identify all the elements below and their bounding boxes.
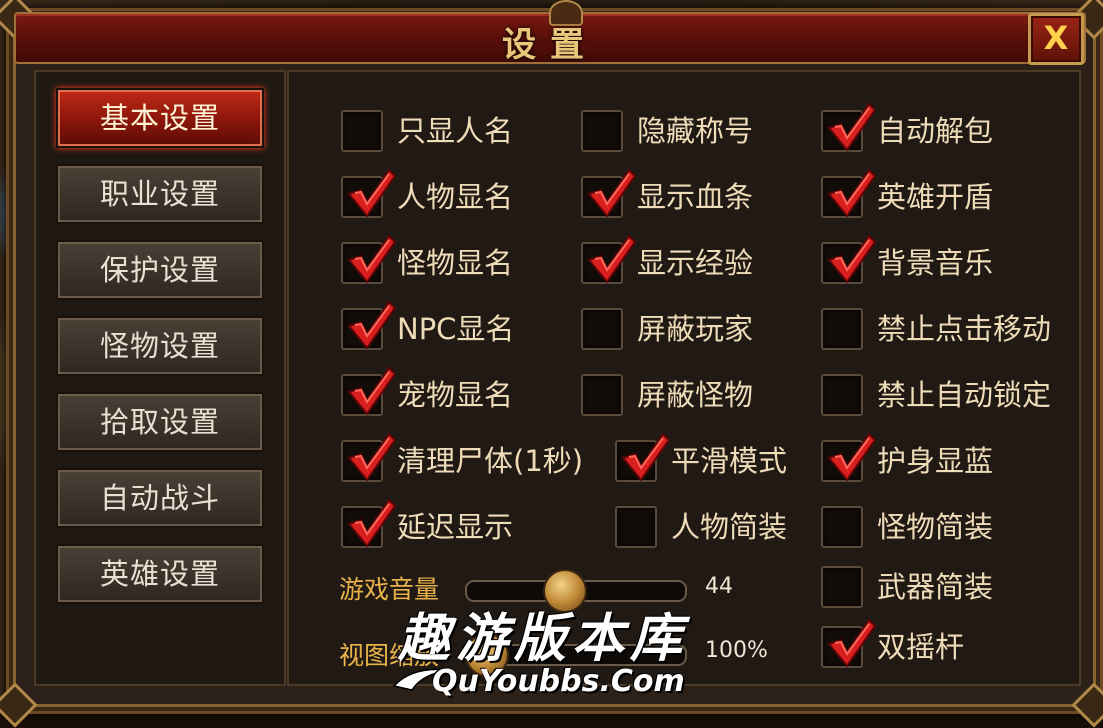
frame-corner-ornament bbox=[0, 682, 38, 728]
option-label: 双摇杆 bbox=[877, 630, 965, 664]
option-checkbox[interactable] bbox=[821, 506, 863, 548]
option-checkbox[interactable] bbox=[341, 110, 383, 152]
option-label: 宠物显名 bbox=[397, 378, 514, 412]
option-label: 平滑模式 bbox=[671, 444, 788, 478]
option-checkbox[interactable] bbox=[341, 168, 397, 218]
option-checkbox[interactable] bbox=[821, 102, 877, 152]
option-checkbox[interactable] bbox=[581, 234, 637, 284]
option-label: 人物显名 bbox=[397, 180, 514, 214]
option-checkbox[interactable] bbox=[821, 308, 863, 350]
option-label: 怪物显名 bbox=[397, 246, 514, 280]
option-checkbox[interactable] bbox=[341, 432, 397, 482]
nav-item-1[interactable]: 职业设置 bbox=[56, 164, 264, 224]
nav-item-4[interactable]: 拾取设置 bbox=[56, 392, 264, 452]
option-label: 护身显蓝 bbox=[877, 444, 994, 478]
checkmark-icon bbox=[827, 618, 877, 668]
option-checkbox[interactable] bbox=[821, 566, 863, 608]
volume-label: 游戏音量 bbox=[339, 575, 440, 604]
option-label: 显示血条 bbox=[637, 180, 754, 214]
nav-item-5[interactable]: 自动战斗 bbox=[56, 468, 264, 528]
checkmark-icon bbox=[827, 234, 877, 284]
option-label: 只显人名 bbox=[397, 114, 514, 148]
nav-item-6[interactable]: 英雄设置 bbox=[56, 544, 264, 604]
zoom-label: 视图缩放 bbox=[339, 641, 440, 670]
option-label: 屏蔽玩家 bbox=[637, 312, 754, 346]
option-label: 自动解包 bbox=[877, 114, 994, 148]
checkmark-icon bbox=[347, 168, 397, 218]
option-checkbox[interactable] bbox=[581, 374, 623, 416]
option-checkbox[interactable] bbox=[615, 506, 657, 548]
option-checkbox[interactable] bbox=[821, 234, 877, 284]
checkmark-icon bbox=[587, 168, 637, 218]
checkmark-icon bbox=[347, 234, 397, 284]
option-label: 武器简装 bbox=[877, 570, 994, 604]
option-label: 延迟显示 bbox=[397, 510, 514, 544]
close-button[interactable]: X bbox=[1028, 13, 1084, 65]
option-checkbox[interactable] bbox=[341, 234, 397, 284]
option-checkbox[interactable] bbox=[341, 498, 397, 548]
option-label: 人物简装 bbox=[671, 510, 788, 544]
dialog-titlebar: 设置 bbox=[14, 0, 1086, 65]
option-checkbox[interactable] bbox=[821, 432, 877, 482]
option-label: 屏蔽怪物 bbox=[637, 378, 754, 412]
option-checkbox[interactable] bbox=[581, 110, 623, 152]
checkmark-icon bbox=[347, 432, 397, 482]
checkmark-icon bbox=[827, 168, 877, 218]
option-checkbox[interactable] bbox=[581, 168, 637, 218]
option-label: 背景音乐 bbox=[877, 246, 994, 280]
option-label: NPC显名 bbox=[397, 312, 515, 346]
option-checkbox[interactable] bbox=[341, 366, 397, 416]
settings-category-nav: 基本设置职业设置保护设置怪物设置拾取设置自动战斗英雄设置 bbox=[34, 70, 286, 686]
option-label: 禁止点击移动 bbox=[877, 312, 1052, 346]
option-label: 显示经验 bbox=[637, 246, 754, 280]
zoom-slider-knob[interactable] bbox=[465, 633, 509, 677]
option-label: 清理尸体(1秒) bbox=[397, 444, 584, 478]
frame-corner-ornament bbox=[1071, 682, 1103, 728]
option-label: 隐藏称号 bbox=[637, 114, 754, 148]
option-label: 怪物简装 bbox=[877, 510, 994, 544]
basic-settings-panel: 游戏音量 44 视图缩放 100% 只显人名 隐藏称号 自动解包人物显名 显示血条 英雄… bbox=[287, 70, 1081, 686]
option-label: 禁止自动锁定 bbox=[877, 378, 1052, 412]
nav-item-2[interactable]: 保护设置 bbox=[56, 240, 264, 300]
dialog-title: 设置 bbox=[502, 25, 598, 65]
volume-slider-knob[interactable] bbox=[543, 569, 588, 613]
option-checkbox[interactable] bbox=[821, 168, 877, 218]
checkmark-icon bbox=[347, 498, 397, 548]
checkmark-icon bbox=[587, 234, 637, 284]
checkmark-icon bbox=[347, 366, 397, 416]
option-checkbox[interactable] bbox=[821, 618, 877, 668]
option-checkbox[interactable] bbox=[341, 300, 397, 350]
option-label: 英雄开盾 bbox=[877, 180, 994, 214]
checkmark-icon bbox=[827, 102, 877, 152]
nav-item-3[interactable]: 怪物设置 bbox=[56, 316, 264, 376]
checkmark-icon bbox=[621, 432, 671, 482]
option-checkbox[interactable] bbox=[821, 374, 863, 416]
volume-value: 44 bbox=[705, 574, 733, 599]
zoom-value: 100% bbox=[705, 638, 768, 663]
checkmark-icon bbox=[827, 432, 877, 482]
checkmark-icon bbox=[347, 300, 397, 350]
nav-item-0[interactable]: 基本设置 bbox=[56, 88, 264, 148]
option-checkbox[interactable] bbox=[615, 432, 671, 482]
option-checkbox[interactable] bbox=[581, 308, 623, 350]
